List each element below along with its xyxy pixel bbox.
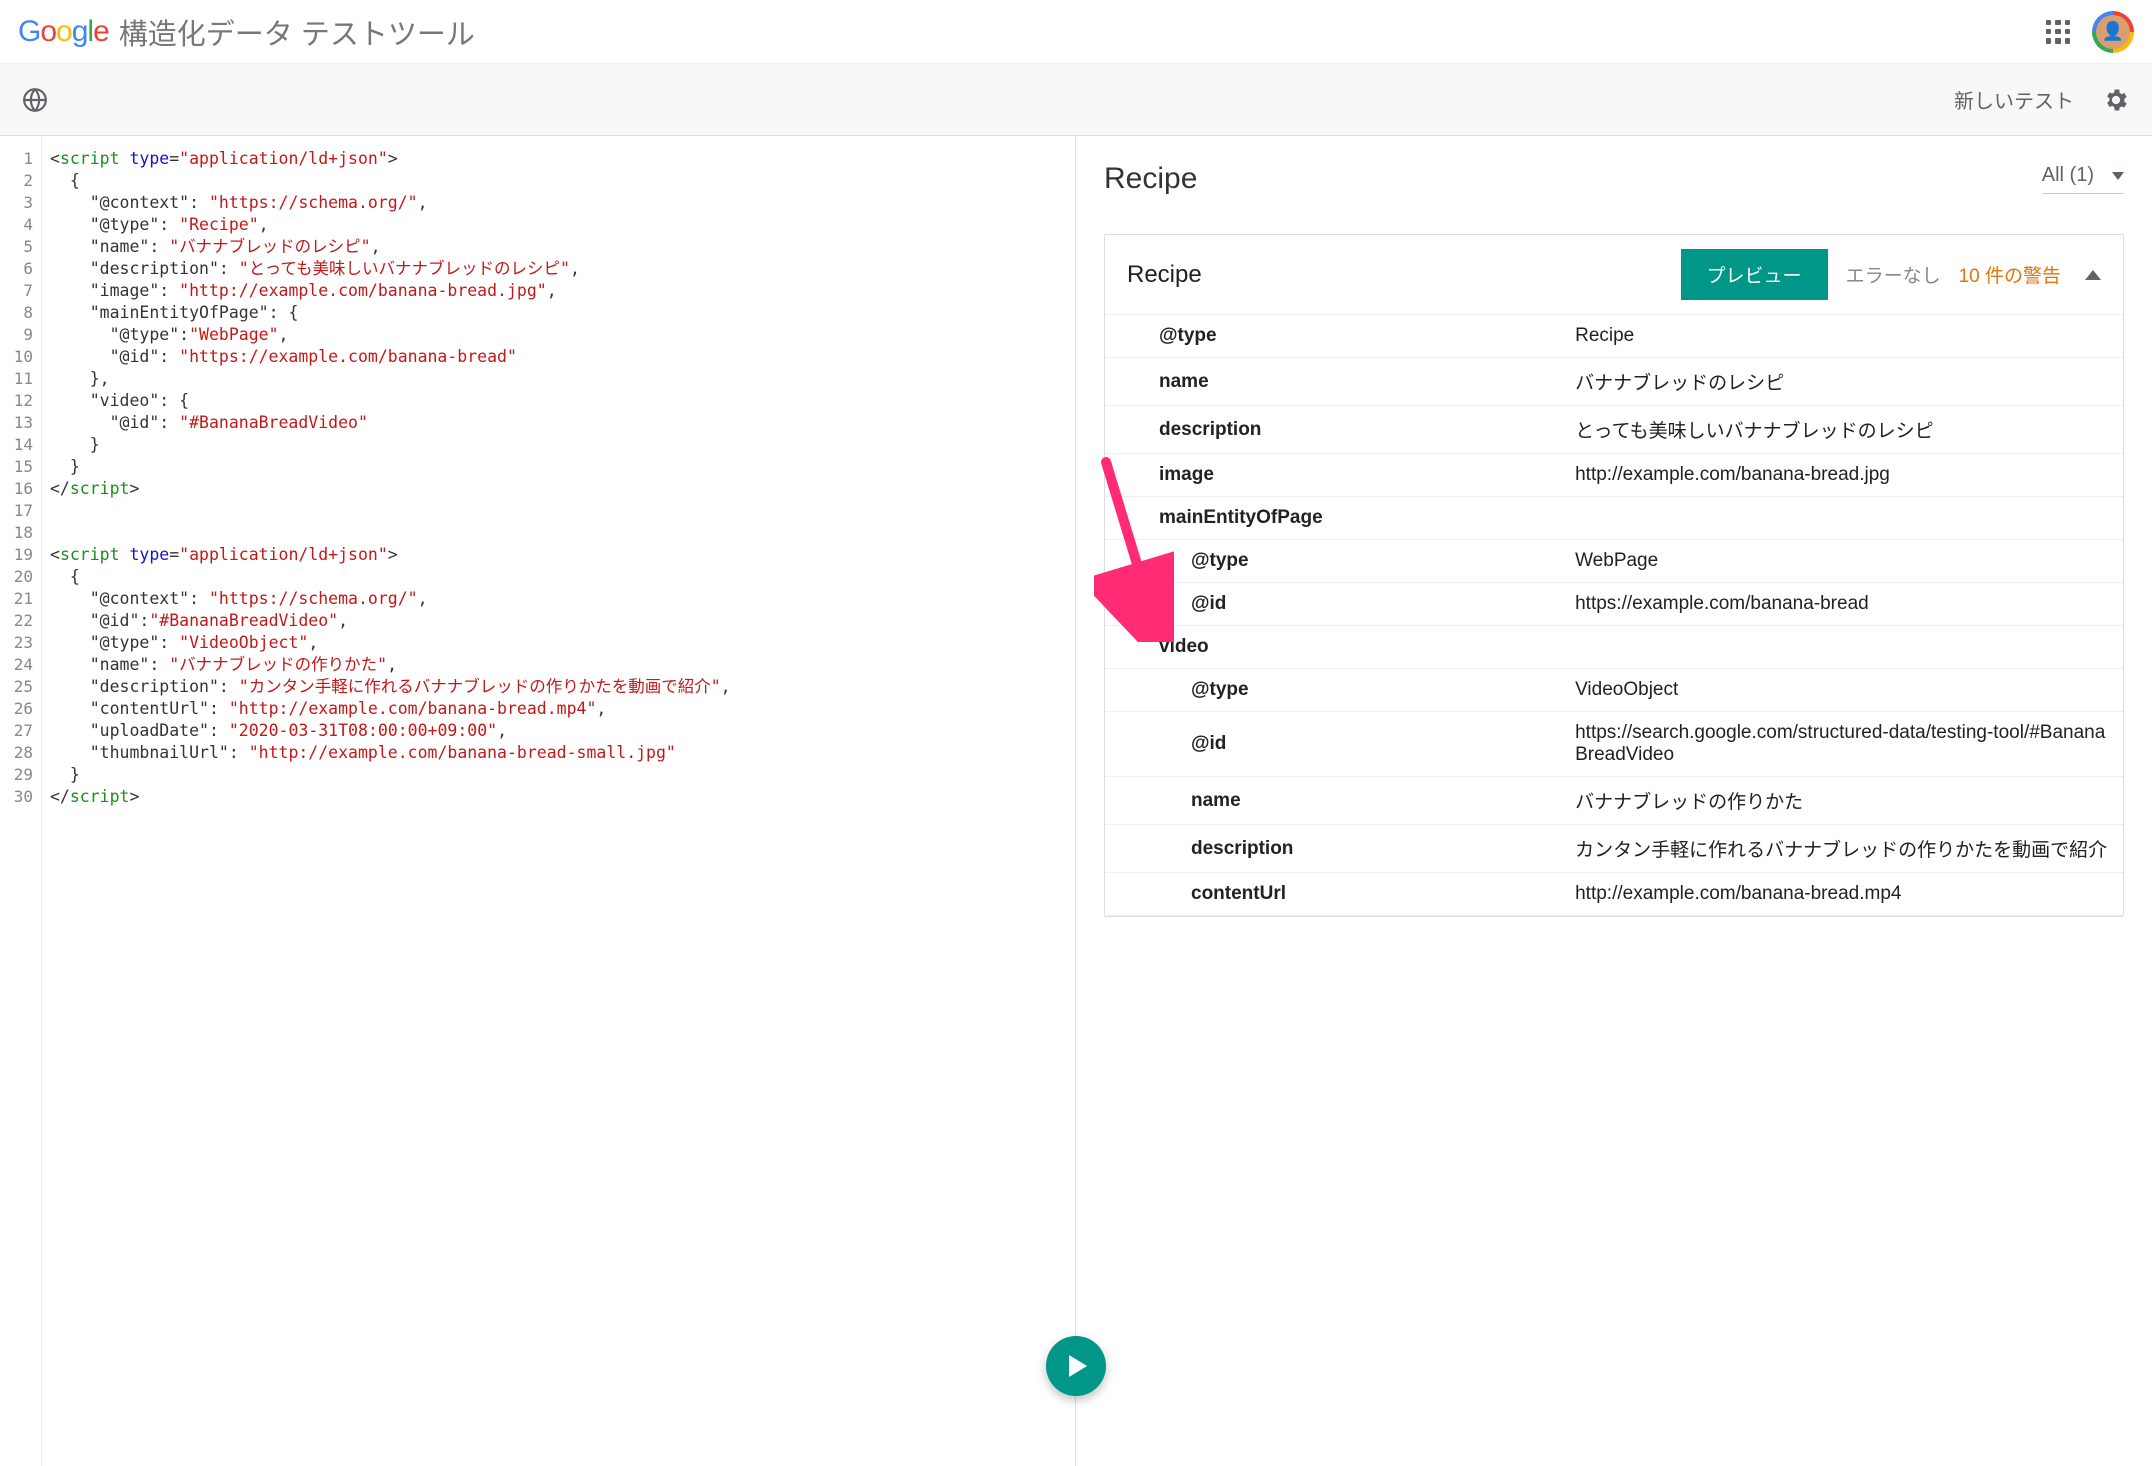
table-row[interactable]: video (1105, 626, 2123, 669)
property-key: @type (1105, 669, 1563, 712)
result-card: Recipe プレビュー エラーなし 10 件の警告 @typeRecipena… (1104, 234, 2124, 917)
table-row[interactable]: imagehttp://example.com/banana-bread.jpg (1105, 454, 2123, 497)
warning-status: 10 件の警告 (1959, 261, 2061, 288)
property-value: とっても美味しいバナナブレッドのレシピ (1563, 406, 2123, 454)
table-row[interactable]: nameバナナブレッドのレシピ (1105, 358, 2123, 406)
results-title: Recipe (1104, 162, 1197, 196)
new-test-button[interactable]: 新しいテスト (1954, 85, 2074, 114)
property-value: バナナブレッドの作りかた (1563, 777, 2123, 825)
property-key: @id (1105, 712, 1563, 777)
table-row[interactable]: @typeWebPage (1105, 540, 2123, 583)
property-value (1563, 626, 2123, 669)
card-header: Recipe プレビュー エラーなし 10 件の警告 (1105, 235, 2123, 315)
filter-label: All (1) (2042, 164, 2094, 187)
property-key: video (1105, 626, 1563, 669)
table-row[interactable]: nameバナナブレッドの作りかた (1105, 777, 2123, 825)
property-key: description (1105, 825, 1563, 873)
card-title: Recipe (1127, 261, 1202, 289)
property-value: http://example.com/banana-bread.jpg (1563, 454, 2123, 497)
table-row[interactable]: @idhttps://example.com/banana-bread (1105, 583, 2123, 626)
property-key: mainEntityOfPage (1105, 497, 1563, 540)
property-value: VideoObject (1563, 669, 2123, 712)
table-row[interactable]: descriptionカンタン手軽に作れるバナナブレッドの作りかたを動画で紹介 (1105, 825, 2123, 873)
property-key: @id (1105, 583, 1563, 626)
property-key: name (1105, 777, 1563, 825)
code-content[interactable]: <script type="application/ld+json"> { "@… (42, 136, 1075, 1466)
property-value: https://search.google.com/structured-dat… (1563, 712, 2123, 777)
table-row[interactable]: contentUrlhttp://example.com/banana-brea… (1105, 873, 2123, 916)
property-value: http://example.com/banana-bread.mp4 (1563, 873, 2123, 916)
toolbar: 新しいテスト (0, 64, 2152, 136)
tool-title: 構造化データ テストツール (119, 11, 475, 53)
main: 1234567891011121314151617181920212223242… (0, 136, 2152, 1466)
table-row[interactable]: @idhttps://search.google.com/structured-… (1105, 712, 2123, 777)
avatar[interactable]: 👤 (2092, 11, 2134, 53)
results-pane: Recipe All (1) Recipe プレビュー エラーなし 10 件の警… (1076, 136, 2152, 1466)
properties-table: @typeRecipenameバナナブレッドのレシピdescriptionとって… (1105, 315, 2123, 916)
property-value: Recipe (1563, 315, 2123, 358)
property-key: contentUrl (1105, 873, 1563, 916)
error-status: エラーなし (1846, 261, 1941, 288)
property-key: description (1105, 406, 1563, 454)
app-header: Google 構造化データ テストツール 👤 (0, 0, 2152, 64)
run-button[interactable] (1046, 1336, 1106, 1396)
line-gutter: 1234567891011121314151617181920212223242… (0, 136, 42, 1466)
property-key: name (1105, 358, 1563, 406)
property-value: WebPage (1563, 540, 2123, 583)
property-key: @type (1105, 315, 1563, 358)
table-row[interactable]: mainEntityOfPage (1105, 497, 2123, 540)
property-key: @type (1105, 540, 1563, 583)
chevron-down-icon (2112, 172, 2124, 180)
results-header: Recipe All (1) (1104, 162, 2124, 196)
table-row[interactable]: @typeRecipe (1105, 315, 2123, 358)
google-logo: Google (18, 15, 109, 49)
preview-button[interactable]: プレビュー (1681, 249, 1828, 300)
property-value: カンタン手軽に作れるバナナブレッドの作りかたを動画で紹介 (1563, 825, 2123, 873)
apps-launcher-icon[interactable] (2046, 20, 2070, 44)
table-row[interactable]: @typeVideoObject (1105, 669, 2123, 712)
gear-icon[interactable] (2102, 86, 2130, 114)
globe-icon[interactable] (22, 87, 48, 113)
results-filter[interactable]: All (1) (2042, 164, 2124, 194)
code-editor[interactable]: 1234567891011121314151617181920212223242… (0, 136, 1076, 1466)
table-row[interactable]: descriptionとっても美味しいバナナブレッドのレシピ (1105, 406, 2123, 454)
chevron-up-icon[interactable] (2085, 270, 2101, 280)
property-value (1563, 497, 2123, 540)
property-key: image (1105, 454, 1563, 497)
property-value: https://example.com/banana-bread (1563, 583, 2123, 626)
property-value: バナナブレッドのレシピ (1563, 358, 2123, 406)
